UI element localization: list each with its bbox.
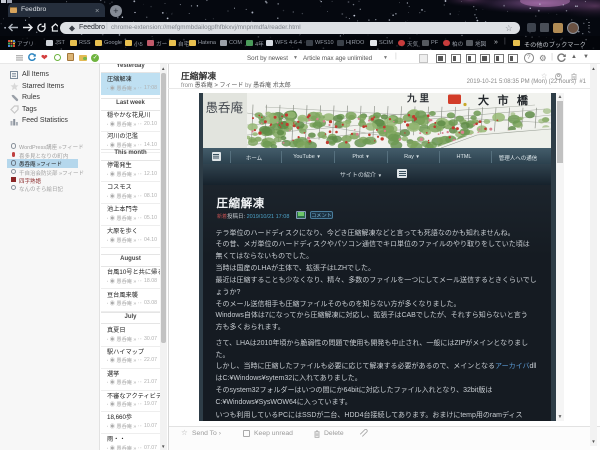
svg-text:九里: 九里 xyxy=(406,93,432,105)
svg-text:大市橋: 大市橋 xyxy=(478,93,537,107)
svg-text:愚呑庵: 愚呑庵 xyxy=(206,100,244,115)
